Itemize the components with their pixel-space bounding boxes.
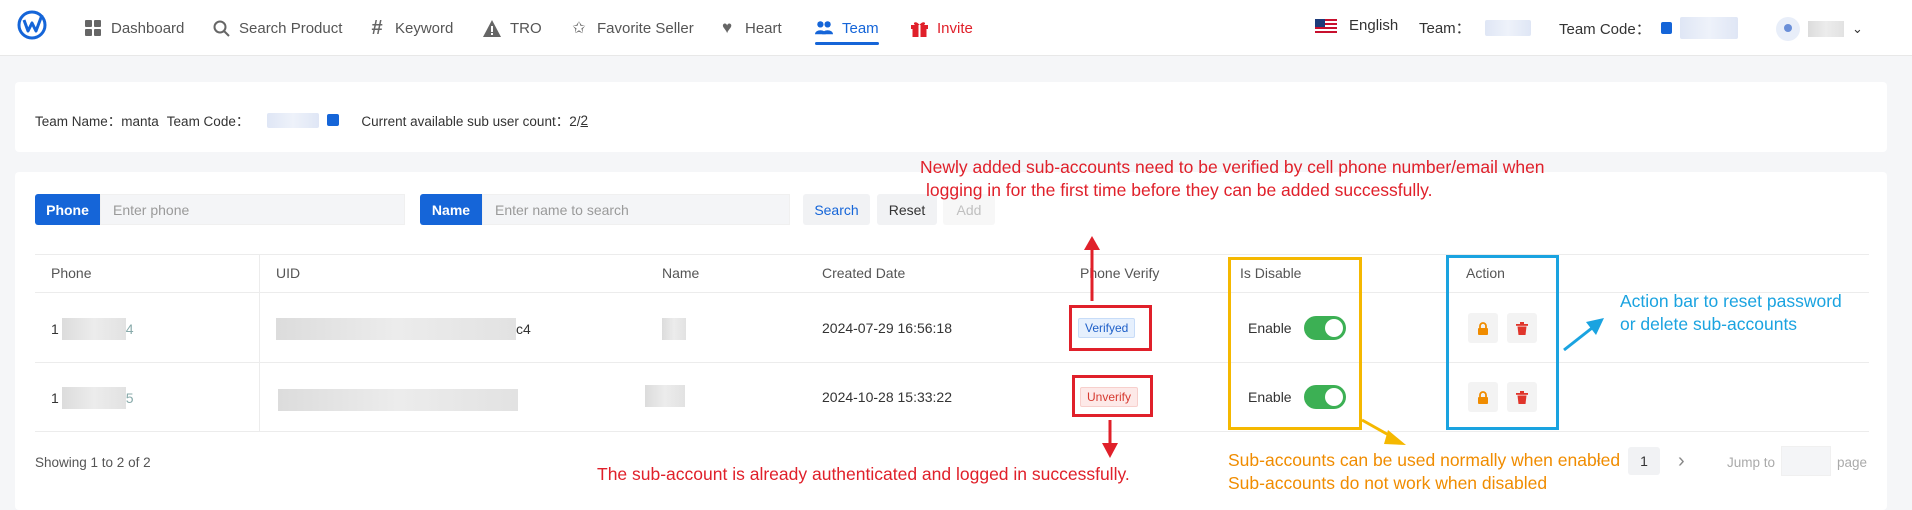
disable-note-line2: Sub-accounts do not work when disabled [1228,472,1548,493]
yellow-arrow-head [1384,430,1406,445]
action-note: Action bar to reset password or delete s… [1620,290,1842,336]
blue-arrow-shaft [1563,326,1593,352]
verification-note-line2: logging in for the first time before the… [926,179,1433,200]
action-note-line2: or delete sub-accounts [1620,313,1798,334]
annotation-arrows [1084,236,1604,458]
up-arrow-head [1084,236,1100,250]
authenticated-note: The sub-account is already authenticated… [597,464,1130,484]
verification-note-line1: Newly added sub-accounts need to be veri… [920,157,1545,177]
action-note-line1: Action bar to reset password [1620,291,1842,311]
down-arrow-head [1102,443,1118,458]
disable-note: Sub-accounts can be used normally when e… [1228,449,1620,495]
disable-note-line1: Sub-accounts can be used normally when e… [1228,450,1621,470]
verification-note: Newly added sub-accounts need to be veri… [920,156,1545,202]
